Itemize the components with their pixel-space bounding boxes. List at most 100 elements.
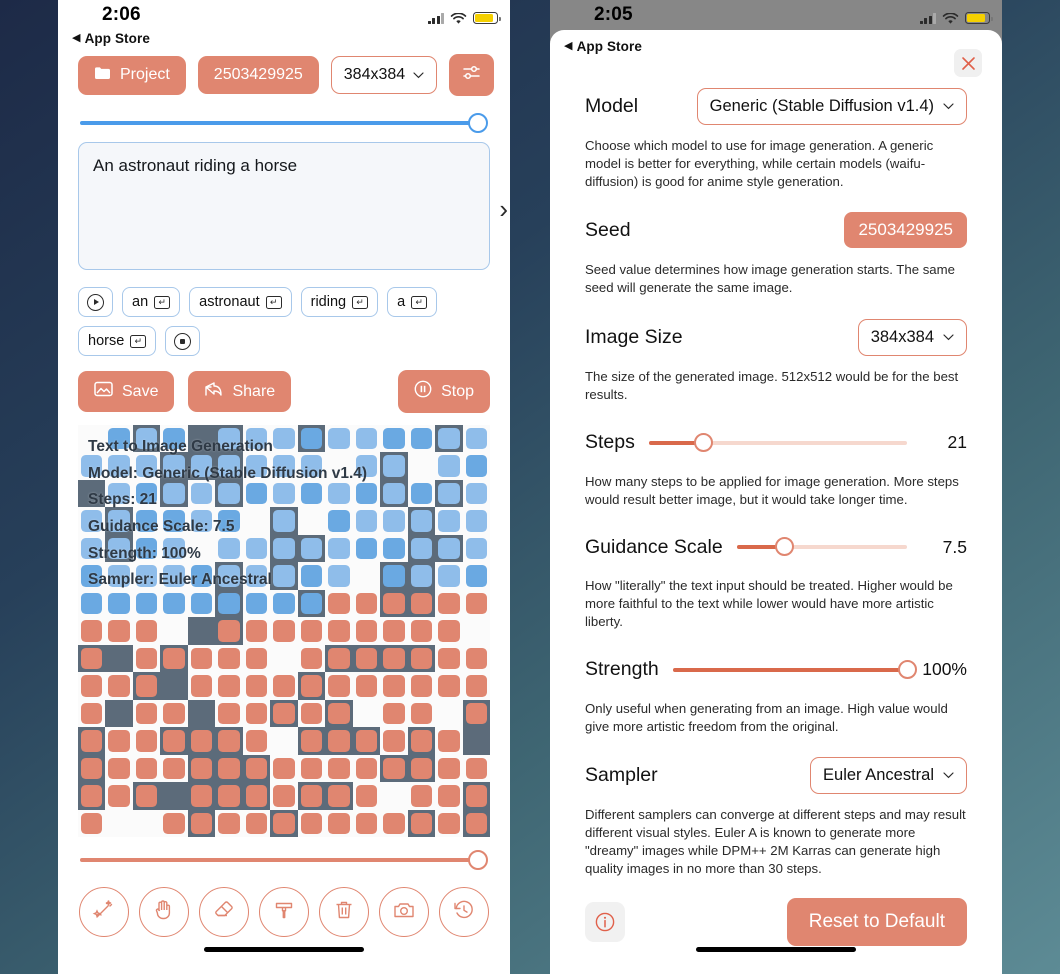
preview-cell: [407, 534, 436, 563]
history-tool-button[interactable]: [439, 887, 489, 937]
sheet-footer: Reset to Default: [585, 897, 967, 946]
camera-tool-button[interactable]: [379, 887, 429, 937]
preview-cell: [242, 699, 271, 728]
token-chip-horse[interactable]: horse ↵: [78, 326, 157, 356]
setting-row-sampler: Sampler Euler Ancestral: [585, 755, 967, 795]
preview-cell: [270, 644, 298, 673]
preview-cell-dot: [328, 812, 350, 834]
token-chip-start[interactable]: [78, 287, 113, 317]
preview-cell-dot: [465, 675, 487, 697]
slider-knob[interactable]: [693, 432, 713, 452]
preview-cell-dot: [410, 702, 433, 725]
slider-knob[interactable]: [897, 659, 917, 679]
preview-cell-dot: [273, 455, 295, 477]
model-select[interactable]: Generic (Stable Diffusion v1.4): [696, 87, 967, 125]
hand-tool-button[interactable]: [139, 887, 189, 937]
preview-cell: [78, 617, 106, 645]
preview-cell-dot: [355, 428, 378, 450]
image-preview[interactable]: Text to Image Generation Model: Generic …: [78, 425, 490, 837]
preview-cell-dot: [135, 730, 158, 752]
slider-track: [80, 121, 478, 125]
preview-cell-dot: [163, 537, 185, 560]
guidance-scale-slider[interactable]: [736, 537, 907, 557]
preview-cell-dot: [135, 428, 158, 450]
preview-cell-dot: [300, 482, 323, 505]
preview-cell-dot: [218, 537, 240, 560]
back-to-app-store-link[interactable]: ◀ App Store: [72, 31, 150, 46]
preview-cell: [325, 534, 353, 563]
image-size-select[interactable]: 384x384: [857, 318, 967, 356]
magic-wand-tool-button[interactable]: [79, 887, 129, 937]
preview-cell-dot: [355, 812, 378, 834]
steps-value: 21: [947, 432, 967, 453]
preview-cell: [380, 754, 408, 783]
preview-cell: [325, 672, 353, 700]
share-button[interactable]: Share: [188, 371, 292, 412]
preview-cell-dot: [218, 592, 240, 615]
token-chip-riding[interactable]: riding ↵: [300, 287, 379, 317]
preview-cell-dot: [108, 565, 130, 587]
preview-cell-dot: [300, 757, 323, 780]
preview-cell-dot: [328, 757, 350, 780]
chevron-right-icon[interactable]: ›: [499, 196, 508, 222]
preview-cell-dot: [273, 537, 295, 560]
save-button[interactable]: Save: [78, 371, 175, 412]
preview-cell: [435, 699, 463, 728]
preview-cell: [297, 699, 326, 728]
preview-cell-dot: [383, 455, 405, 477]
status-time: 2:06: [102, 4, 141, 25]
paintbrush-tool-button[interactable]: [259, 887, 309, 937]
strength-description: Only useful when generating from an imag…: [585, 700, 948, 734]
prompt-input[interactable]: [78, 142, 490, 270]
return-icon: ↵: [154, 295, 171, 309]
settings-button[interactable]: [449, 54, 495, 96]
sampler-select[interactable]: Euler Ancestral: [810, 756, 967, 794]
top-progress-slider[interactable]: [80, 112, 488, 134]
preview-cell: [407, 699, 436, 728]
info-button[interactable]: [585, 901, 625, 942]
preview-cell-dot: [465, 455, 487, 477]
token-chip-end[interactable]: [165, 326, 201, 356]
preview-cell: [242, 534, 271, 563]
preview-cell-dot: [81, 620, 103, 642]
strength-slider[interactable]: [672, 659, 917, 680]
preview-cell: [380, 562, 408, 590]
eraser-tool-button[interactable]: [199, 887, 249, 937]
preview-cell: [187, 534, 216, 563]
preview-cell: [270, 754, 298, 783]
preview-cell: [270, 699, 298, 728]
preview-cell-dot: [383, 565, 405, 587]
preview-cell-dot: [163, 812, 185, 834]
slider-knob[interactable]: [468, 113, 488, 133]
steps-slider[interactable]: [648, 432, 907, 453]
preview-cell: [78, 562, 106, 590]
token-chip-a[interactable]: a ↵: [387, 287, 438, 317]
preview-cell: [105, 727, 133, 755]
model-label: Model: [585, 94, 639, 117]
preview-cell: [78, 479, 106, 508]
preview-cell: [270, 617, 298, 645]
seed-value-button[interactable]: 2503429925: [844, 212, 967, 249]
preview-cell: [270, 507, 298, 535]
return-icon: ↵: [352, 295, 369, 309]
trash-tool-button[interactable]: [319, 887, 369, 937]
preview-cell: [462, 425, 490, 453]
seed-button[interactable]: 2503429925: [197, 56, 319, 94]
slider-knob[interactable]: [468, 850, 488, 870]
slider-knob[interactable]: [774, 537, 794, 557]
setting-row-strength: Strength 100%: [585, 651, 967, 689]
image-size-select[interactable]: 384x384: [330, 56, 438, 94]
preview-cell: [352, 644, 381, 673]
token-chip-an[interactable]: an ↵: [122, 287, 181, 317]
chevron-down-icon: [943, 333, 954, 340]
preview-cell: [187, 809, 216, 837]
back-to-app-store-link[interactable]: ◀ App Store: [564, 39, 642, 54]
bottom-progress-slider[interactable]: [80, 849, 488, 871]
close-sheet-button[interactable]: [954, 49, 982, 77]
status-time: 2:05: [594, 4, 633, 25]
preview-cell: [160, 534, 188, 563]
reset-to-default-button[interactable]: Reset to Default: [786, 897, 967, 946]
project-button[interactable]: Project: [78, 55, 186, 95]
token-chip-astronaut[interactable]: astronaut ↵: [189, 287, 292, 317]
stop-button[interactable]: Stop: [398, 370, 490, 413]
